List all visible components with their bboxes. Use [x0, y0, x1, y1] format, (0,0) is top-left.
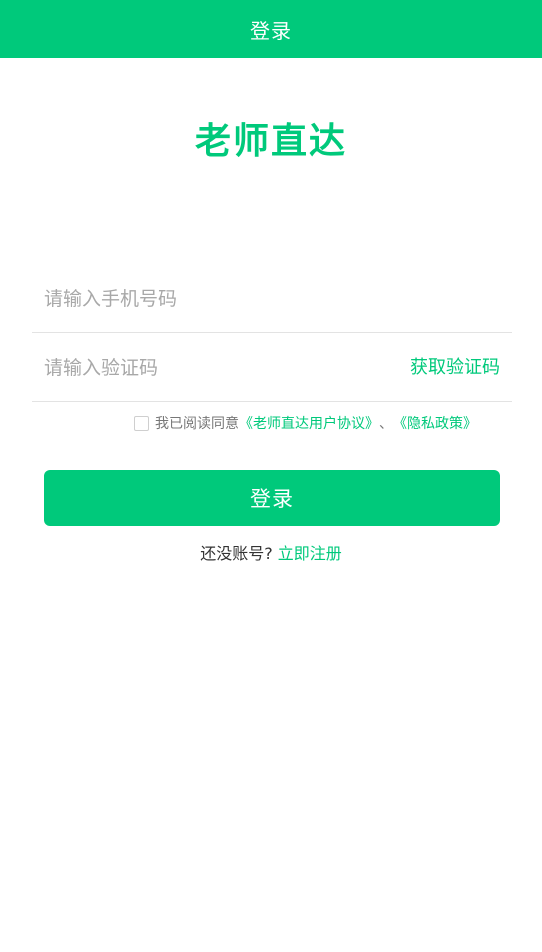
register-row: 还没账号? 立即注册: [0, 540, 542, 564]
phone-input[interactable]: [44, 267, 384, 331]
phone-field: [32, 267, 512, 333]
agreement-row: 我已阅读同意 《老师直达用户协议》 、 《隐私政策》: [134, 412, 477, 434]
user-agreement-link[interactable]: 《老师直达用户协议》: [239, 413, 379, 433]
app-title: 老师直达: [194, 121, 347, 162]
top-bar: 登录: [0, 0, 542, 58]
code-field: 获取验证码: [32, 336, 512, 402]
agreement-checkbox[interactable]: [134, 415, 149, 431]
verification-code-input[interactable]: [44, 336, 384, 400]
agreement-prefix: 我已阅读同意: [155, 416, 239, 432]
register-prompt: 还没账号?: [200, 544, 273, 563]
login-button[interactable]: 登录: [44, 470, 500, 526]
privacy-policy-link[interactable]: 《隐私政策》: [393, 413, 477, 433]
page-title: 登录: [250, 18, 292, 43]
agreement-separator: 、: [379, 416, 393, 432]
get-code-button[interactable]: 获取验证码: [410, 336, 500, 400]
register-link[interactable]: 立即注册: [278, 544, 342, 563]
